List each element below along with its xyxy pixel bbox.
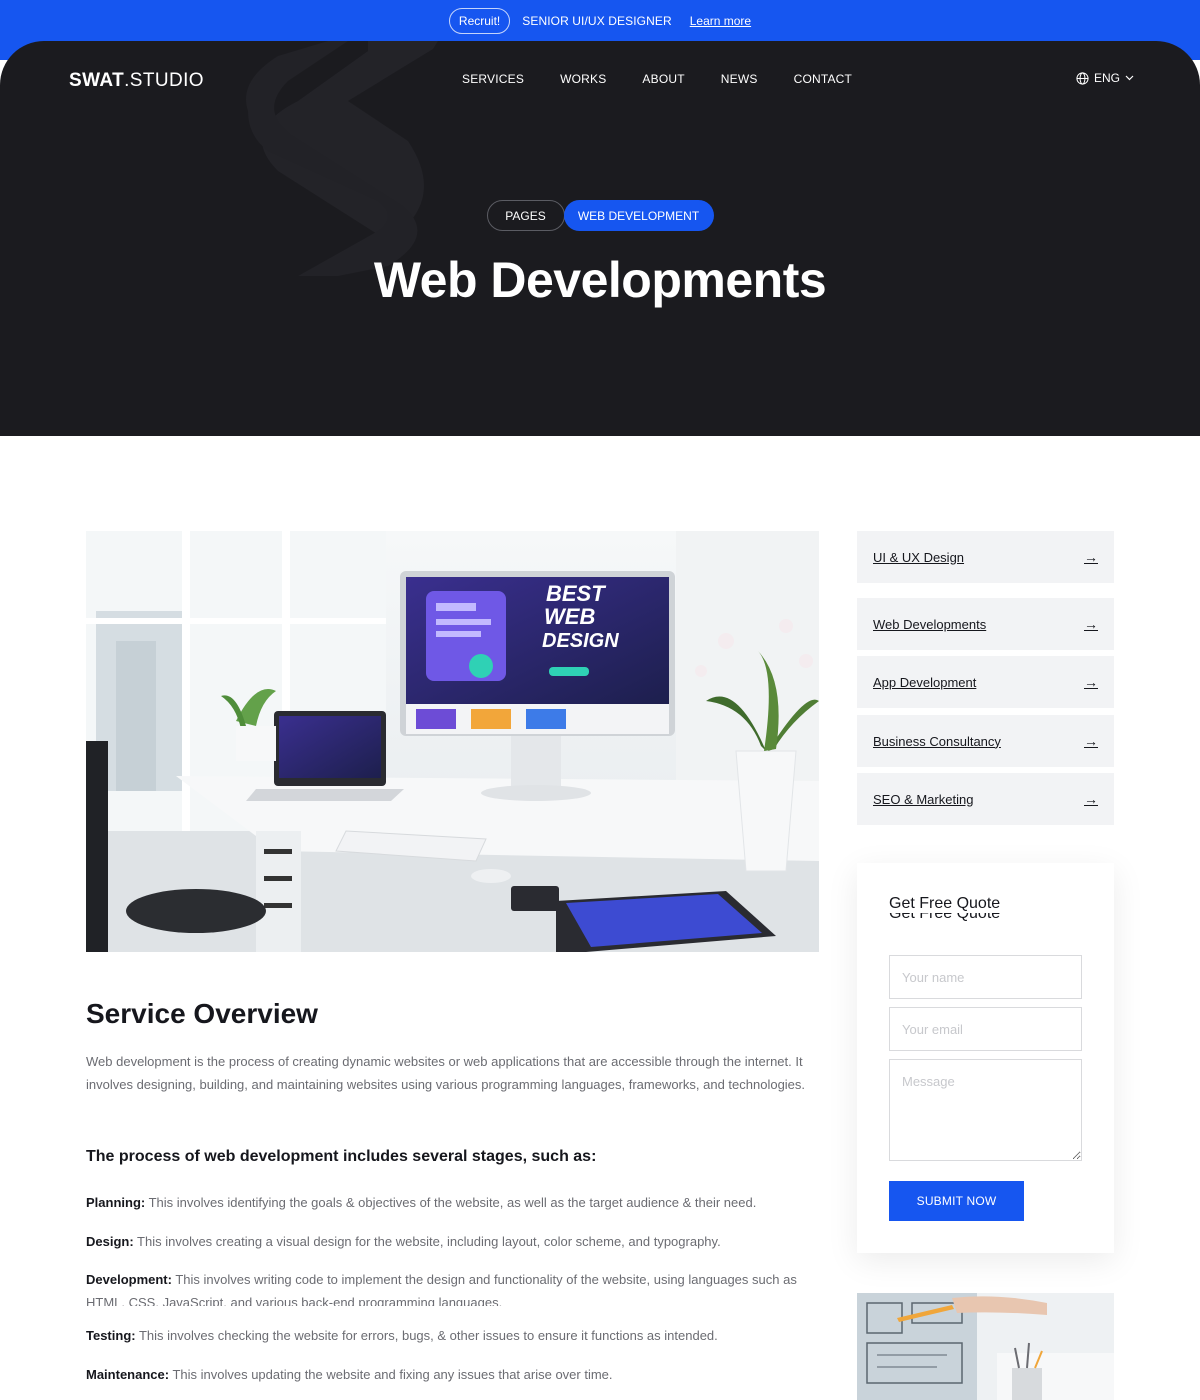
announcement-role: SENIOR UI/UX DESIGNER	[522, 14, 672, 28]
stage-design: Design: This involves creating a visual …	[86, 1234, 721, 1249]
submit-button[interactable]: SUBMIT NOW	[889, 1181, 1024, 1221]
wireframe-sketch-image	[857, 1293, 1114, 1400]
screen-text-design: DESIGN	[542, 630, 619, 652]
breadcrumb-pages[interactable]: PAGES	[486, 200, 565, 231]
language-label: ENG	[1094, 71, 1121, 85]
stage-testing: Testing: This involves checking the webs…	[86, 1328, 718, 1343]
stage-development: Development: This involves writing code …	[86, 1272, 797, 1306]
message-field[interactable]	[889, 1059, 1082, 1161]
overview-text: Web development is the process of creati…	[86, 1054, 806, 1092]
service-link-web-dev[interactable]: Web Developments →	[857, 598, 1114, 650]
service-label: Web Developments	[873, 616, 987, 632]
quote-form-card: Get Free Quote Get Free Quote SUBMIT NOW	[857, 863, 1114, 1253]
overview-title: Service Overview	[86, 998, 318, 1029]
breadcrumb: PAGES WEB DEVELOPMENT	[0, 200, 1200, 231]
nav-about[interactable]: ABOUT	[642, 72, 684, 86]
service-label: Business Consultancy	[873, 733, 1001, 749]
service-link-ui-ux[interactable]: UI & UX Design →	[857, 531, 1114, 583]
chevron-down-icon	[1125, 75, 1134, 81]
quote-title-echo: Get Free Quote	[889, 913, 1001, 922]
screen-text-best: BEST	[546, 581, 606, 606]
process-title: The process of web development includes …	[86, 1148, 597, 1165]
arrow-right-icon: →	[1084, 616, 1098, 632]
service-link-seo[interactable]: SEO & Marketing →	[857, 773, 1114, 825]
office-workspace-image: BEST WEB DESIGN	[86, 531, 819, 952]
arrow-right-icon: →	[1084, 733, 1098, 749]
learn-more-link[interactable]: Learn more	[690, 14, 751, 28]
arrow-right-icon: →	[1084, 549, 1098, 565]
service-link-business[interactable]: Business Consultancy →	[857, 715, 1114, 767]
globe-icon	[1076, 71, 1089, 85]
quote-title: Get Free Quote	[889, 895, 1001, 912]
service-link-app-dev[interactable]: App Development →	[857, 656, 1114, 708]
nav-services[interactable]: SERVICES	[462, 72, 524, 86]
email-field[interactable]	[889, 1007, 1082, 1051]
recruit-badge: Recruit!	[448, 8, 511, 34]
main-nav: SERVICES WORKS ABOUT NEWS CONTACT	[462, 72, 852, 86]
hero-section: SWAT.STUDIO SERVICES WORKS ABOUT NEWS CO…	[0, 41, 1200, 436]
name-field[interactable]	[889, 955, 1082, 999]
site-logo[interactable]: SWAT.STUDIO	[69, 70, 204, 92]
brand-mark-watermark	[246, 41, 438, 276]
stage-maintenance: Maintenance: This involves updating the …	[86, 1367, 613, 1382]
nav-news[interactable]: NEWS	[721, 72, 758, 86]
arrow-right-icon: →	[1084, 674, 1098, 690]
service-label: SEO & Marketing	[873, 791, 974, 807]
service-label: UI & UX Design	[873, 549, 965, 565]
language-selector[interactable]: ENG	[1076, 71, 1134, 85]
stage-planning: Planning: This involves identifying the …	[86, 1195, 757, 1210]
screen-text-web: WEB	[544, 604, 595, 629]
arrow-right-icon: →	[1084, 791, 1098, 807]
service-label: App Development	[873, 674, 977, 690]
nav-works[interactable]: WORKS	[560, 72, 606, 86]
nav-contact[interactable]: CONTACT	[794, 72, 853, 86]
breadcrumb-current: WEB DEVELOPMENT	[563, 200, 714, 231]
page-title: Web Developments	[373, 252, 827, 308]
